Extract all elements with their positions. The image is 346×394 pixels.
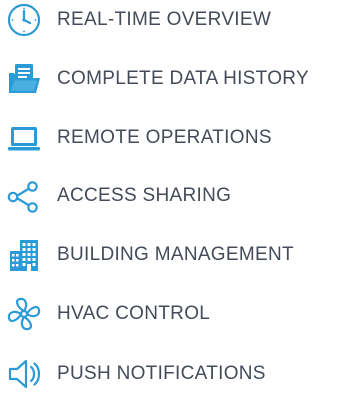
feature-item-remote-operations: REMOTE OPERATIONS [0, 118, 346, 158]
feature-label: BUILDING MANAGEMENT [57, 244, 294, 265]
share-icon [4, 176, 44, 216]
feature-label: REAL-TIME OVERVIEW [57, 9, 272, 30]
feature-item-push-notifications: PUSH NOTIFICATIONS [0, 354, 346, 394]
feature-item-real-time-overview: REAL-TIME OVERVIEW [0, 0, 346, 40]
feature-item-building-management: BUILDING MANAGEMENT [0, 235, 346, 275]
clock-icon [4, 0, 44, 40]
laptop-icon [4, 118, 44, 158]
building-icon [4, 235, 44, 275]
feature-label: ACCESS SHARING [57, 185, 232, 206]
feature-item-complete-data-history: COMPLETE DATA HISTORY [0, 59, 346, 99]
feature-label: PUSH NOTIFICATIONS [57, 363, 266, 384]
feature-list: REAL-TIME OVERVIEW COMPLETE DATA HISTORY… [0, 0, 346, 393]
speaker-icon [4, 354, 44, 394]
feature-label: HVAC CONTROL [57, 303, 211, 324]
feature-label: COMPLETE DATA HISTORY [57, 68, 309, 89]
feature-label: REMOTE OPERATIONS [57, 127, 272, 148]
fan-icon [4, 294, 44, 334]
folder-document-icon [4, 59, 44, 99]
feature-item-hvac-control: HVAC CONTROL [0, 294, 346, 334]
feature-item-access-sharing: ACCESS SHARING [0, 176, 346, 216]
